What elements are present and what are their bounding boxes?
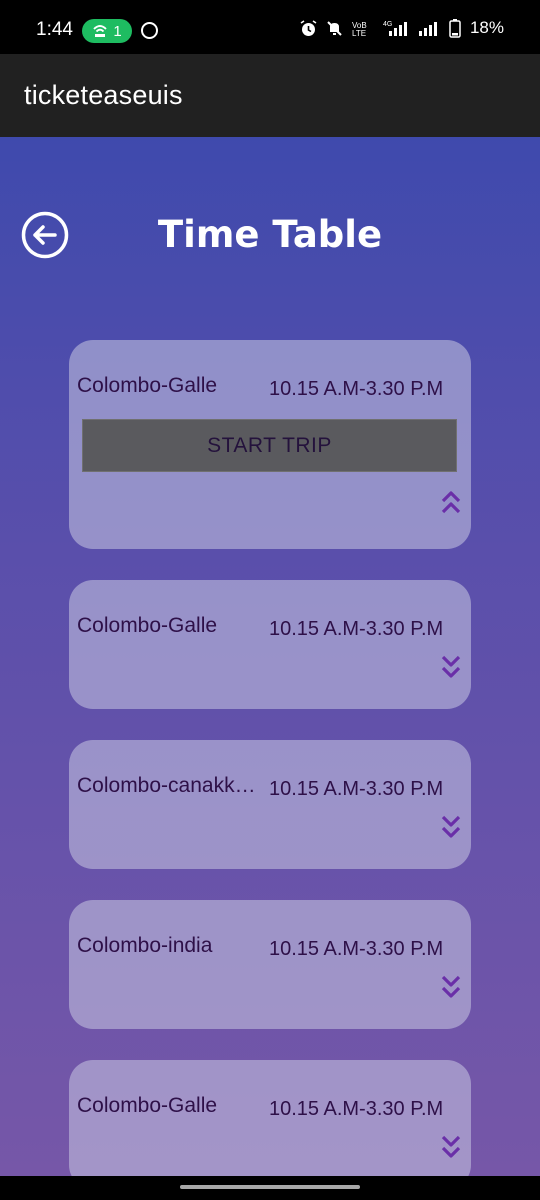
trip-time: 10.15 A.M-3.30 P.M xyxy=(269,618,444,640)
chevron-double-down-icon[interactable] xyxy=(440,1134,462,1160)
hotspot-count: 1 xyxy=(113,22,122,40)
signal-4g-icon: 4G xyxy=(383,21,407,36)
chevron-double-down-icon[interactable] xyxy=(440,814,462,840)
trip-route: Colombo-Galle xyxy=(77,614,218,637)
hotspot-icon xyxy=(93,25,107,37)
status-time: 1:44 xyxy=(36,19,73,40)
svg-text:4G: 4G xyxy=(383,21,392,28)
signal-icon xyxy=(418,21,437,36)
svg-text:LTE: LTE xyxy=(352,29,366,37)
trip-time: 10.15 A.M-3.30 P.M xyxy=(269,778,444,800)
trip-time: 10.15 A.M-3.30 P.M xyxy=(269,378,444,400)
trip-route: Colombo-canakkale xyxy=(77,774,259,797)
hotspot-indicator: 1 xyxy=(82,19,132,43)
trip-time: 10.15 A.M-3.30 P.M xyxy=(269,938,444,960)
status-icons: VoB LTE 4G 18% xyxy=(300,18,504,38)
trip-card[interactable]: Colombo-Galle 10.15 A.M-3.30 P.M START T… xyxy=(69,340,471,549)
volte-icon: VoB LTE xyxy=(352,21,367,37)
home-indicator[interactable] xyxy=(180,1185,360,1189)
whatsapp-icon xyxy=(141,22,158,39)
chevron-double-down-icon[interactable] xyxy=(440,974,462,1000)
trip-route: Colombo-Galle xyxy=(77,1094,218,1117)
trip-time: 10.15 A.M-3.30 P.M xyxy=(269,1098,444,1120)
status-bar: 1:44 1 VoB LTE 4G 18% xyxy=(0,0,540,54)
navigation-bar xyxy=(0,1176,540,1200)
battery-icon xyxy=(449,19,461,38)
alarm-icon xyxy=(300,19,317,36)
trip-card[interactable]: Colombo-india 10.15 A.M-3.30 P.M xyxy=(69,900,471,1029)
app-title: ticketeaseuis xyxy=(24,80,183,110)
timetable-screen: Time Table Colombo-Galle 10.15 A.M-3.30 … xyxy=(0,137,540,1176)
trip-card[interactable]: Colombo-canakkale 10.15 A.M-3.30 P.M xyxy=(69,740,471,869)
chevron-double-down-icon[interactable] xyxy=(440,654,462,680)
start-trip-button[interactable]: START TRIP xyxy=(82,419,457,472)
battery-percentage: 18% xyxy=(469,18,504,37)
chevron-double-up-icon[interactable] xyxy=(440,489,462,515)
trip-route: Colombo-Galle xyxy=(77,374,218,397)
app-bar: ticketeaseuis xyxy=(0,54,540,137)
trip-route: Colombo-india xyxy=(77,934,213,957)
trip-card[interactable]: Colombo-Galle 10.15 A.M-3.30 P.M xyxy=(69,580,471,709)
mute-bell-icon xyxy=(327,20,342,36)
trip-card[interactable]: Colombo-Galle 10.15 A.M-3.30 P.M xyxy=(69,1060,471,1176)
page-title: Time Table xyxy=(157,213,383,256)
